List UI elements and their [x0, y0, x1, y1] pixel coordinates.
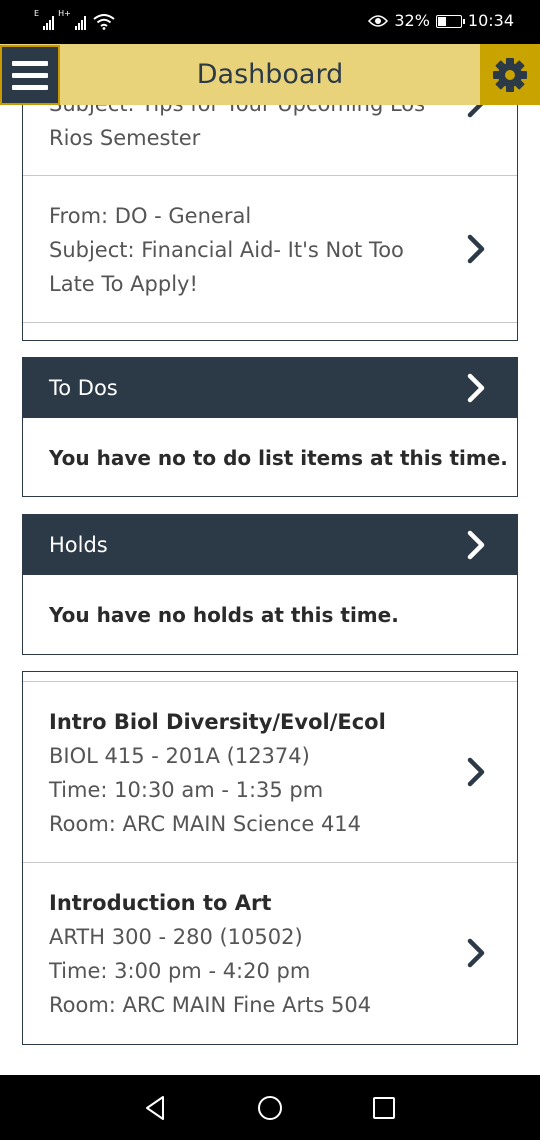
holds-heading: Holds: [49, 533, 108, 557]
class-code: BIOL 415 - 201A (12374): [49, 744, 310, 768]
chevron-right-icon: [467, 757, 485, 787]
network-type-label-1: E: [34, 9, 40, 18]
message-divider: [23, 322, 517, 323]
network-type-label-2: H+: [58, 9, 71, 18]
system-nav-bar: [0, 1075, 540, 1140]
class-room: Room: ARC MAIN Fine Arts 504: [49, 993, 372, 1017]
message-subject-partial: Subject: Tips for Your Upcoming Los: [49, 105, 425, 121]
hamburger-menu-icon-line: [12, 72, 48, 78]
app-header: Dashboard: [0, 44, 540, 105]
todos-empty-text: You have no to do list items at this tim…: [49, 446, 508, 470]
battery-icon: [435, 14, 465, 28]
class-room: Room: ARC MAIN Science 414: [49, 812, 362, 836]
wifi-icon: [93, 14, 115, 30]
todos-card: To Dos You have no to do list items at t…: [22, 357, 518, 497]
dashboard-content[interactable]: Subject: Tips for Your Upcoming Los Rios…: [0, 105, 540, 1075]
battery-percent: 32%: [394, 11, 430, 30]
signal-indicators: E H+: [34, 10, 115, 30]
class-title: Introduction to Art: [49, 891, 272, 915]
todos-header[interactable]: To Dos: [23, 358, 517, 418]
class-code: ARTH 300 - 280 (10502): [49, 925, 303, 949]
chevron-right-icon: [467, 373, 485, 403]
settings-button[interactable]: [480, 44, 540, 105]
home-button[interactable]: [255, 1093, 285, 1123]
page-title: Dashboard: [196, 59, 344, 90]
message-subject-line-2: Late To Apply!: [49, 272, 198, 296]
chevron-right-icon: [467, 105, 484, 118]
todos-heading: To Dos: [49, 376, 118, 400]
message-from: From: DO - General: [49, 204, 252, 228]
square-recents-icon: [373, 1097, 395, 1119]
triangle-back-icon: [146, 1096, 164, 1120]
class-time: Time: 3:00 pm - 4:20 pm: [49, 959, 311, 983]
chevron-right-icon: [467, 234, 485, 264]
signal-bars-icon-1: [43, 16, 55, 30]
back-button[interactable]: [140, 1093, 170, 1123]
message-item[interactable]: From: DO - General Subject: Financial Ai…: [23, 176, 517, 322]
holds-header[interactable]: Holds: [23, 515, 517, 575]
eye-icon: [368, 15, 389, 27]
status-bar: E H+ 32% 10:34: [0, 0, 540, 44]
gear-icon: [493, 57, 527, 92]
class-item[interactable]: Introduction to Art ARTH 300 - 280 (1050…: [23, 863, 517, 1043]
status-right: 32% 10:34: [368, 11, 514, 31]
hamburger-menu-icon: [12, 60, 48, 66]
menu-button[interactable]: [0, 45, 60, 105]
recents-button[interactable]: [369, 1093, 399, 1123]
chevron-right-icon: [467, 530, 485, 560]
clock-time: 10:34: [467, 11, 514, 30]
classes-card: Intro Biol Diversity/Evol/Ecol BIOL 415 …: [22, 671, 518, 1045]
chevron-right-icon: [467, 938, 485, 968]
signal-bars-icon-2: [74, 16, 86, 30]
class-time: Time: 10:30 am - 1:35 pm: [49, 778, 324, 802]
class-item[interactable]: Intro Biol Diversity/Evol/Ecol BIOL 415 …: [23, 682, 517, 862]
messages-card: Subject: Tips for Your Upcoming Los Rios…: [22, 105, 518, 341]
circle-home-icon: [258, 1096, 282, 1120]
message-item[interactable]: Subject: Tips for Your Upcoming Los Rios…: [23, 105, 517, 176]
message-subject-line-2: Rios Semester: [49, 126, 201, 150]
hamburger-menu-icon-line: [12, 84, 48, 90]
holds-card: Holds You have no holds at this time.: [22, 514, 518, 655]
class-title: Intro Biol Diversity/Evol/Ecol: [49, 710, 386, 734]
message-subject: Subject: Financial Aid- It's Not Too: [49, 238, 404, 262]
holds-empty-text: You have no holds at this time.: [49, 603, 399, 627]
